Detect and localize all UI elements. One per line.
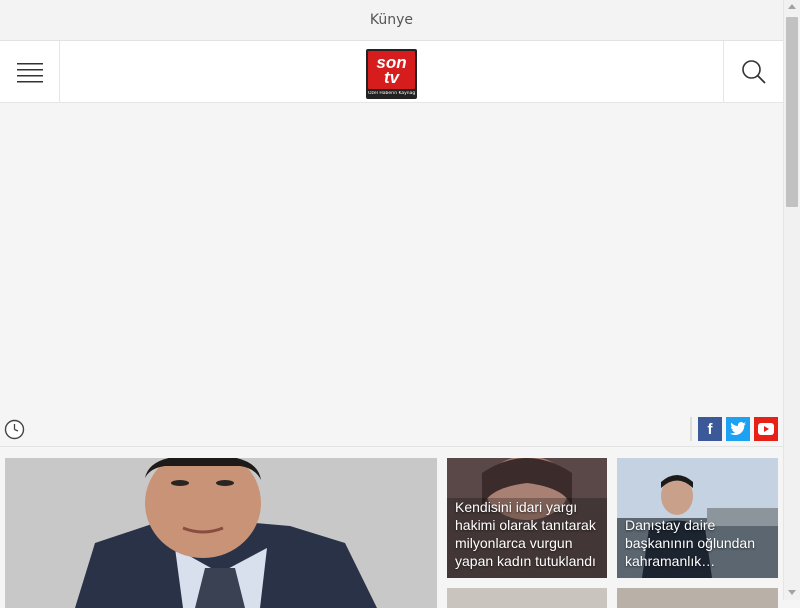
site-header: son tv Özel Haberin Kaynağı	[0, 41, 783, 103]
facebook-icon[interactable]: f	[698, 417, 722, 441]
youtube-icon[interactable]	[754, 417, 778, 441]
news-card[interactable]	[617, 588, 778, 608]
search-button[interactable]	[723, 41, 783, 102]
social-links: f	[690, 417, 778, 441]
site-logo[interactable]: son tv Özel Haberin Kaynağı	[366, 49, 417, 99]
logo-tagline: Özel Haberin Kaynağı	[368, 91, 415, 96]
news-card[interactable]: Danıştay daire başkanının oğlundan kahra…	[617, 458, 778, 578]
logo-line-tv: tv	[383, 68, 400, 87]
search-icon	[741, 59, 766, 84]
scroll-thumb[interactable]	[786, 17, 798, 207]
news-card[interactable]	[447, 588, 607, 608]
twitter-icon[interactable]	[726, 417, 750, 441]
hamburger-icon	[16, 62, 43, 82]
kunye-link[interactable]: Künye	[370, 12, 413, 28]
top-bar: Künye	[0, 0, 783, 41]
ad-space	[0, 112, 783, 412]
news-card-title: Kendisini idari yargı hakimi olarak tanı…	[455, 499, 596, 569]
news-card-title: Danıştay daire başkanının oğlundan kahra…	[625, 517, 755, 569]
news-card[interactable]: Kendisini idari yargı hakimi olarak tanı…	[447, 458, 607, 578]
info-bar: f	[0, 412, 783, 447]
menu-button[interactable]	[0, 41, 60, 102]
headline-news-card[interactable]	[5, 458, 437, 608]
scrollbar[interactable]	[783, 0, 800, 600]
scroll-up-arrow-icon[interactable]	[788, 4, 796, 9]
scroll-down-arrow-icon[interactable]	[788, 590, 796, 595]
clock-icon	[4, 419, 25, 440]
headline-news-image	[5, 458, 437, 608]
divider	[690, 417, 692, 441]
